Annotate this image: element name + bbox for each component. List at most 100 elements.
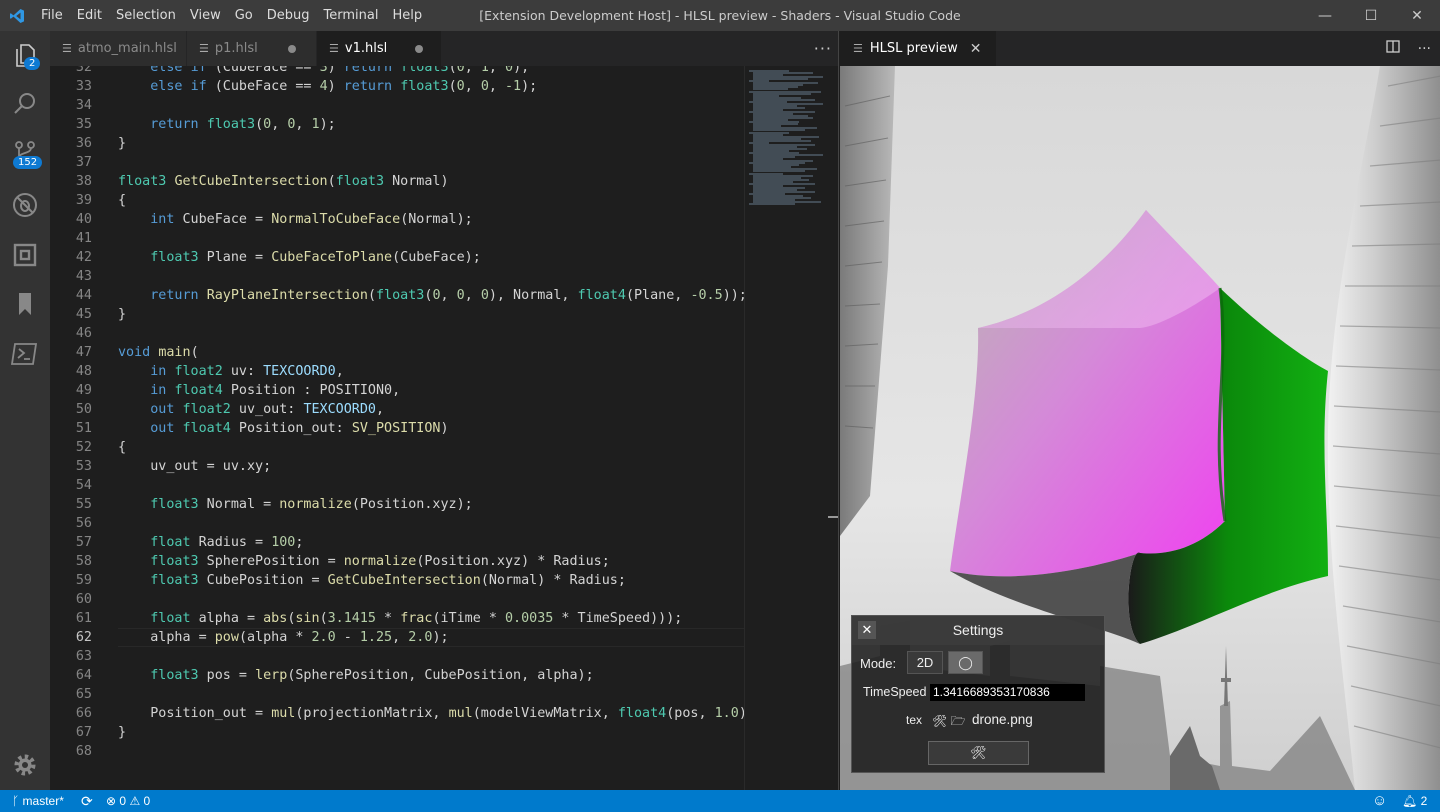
code-line[interactable]: 49 in float4 Position : POSITION0, (50, 381, 744, 400)
code-line[interactable]: 39 { (50, 191, 744, 210)
code-line[interactable]: 41 (50, 229, 744, 248)
code-line[interactable]: 57 float Radius = 100; (50, 533, 744, 552)
more-actions-button[interactable]: ··· (814, 31, 832, 66)
tab-atmo-main[interactable]: ☰ atmo_main.hlsl (50, 31, 187, 66)
tab-label: atmo_main.hlsl (77, 41, 177, 56)
line-source: float3 CubePosition = GetCubeIntersectio… (150, 573, 626, 588)
code-line[interactable]: 40 int CubeFace = NormalToCubeFace(Norma… (50, 210, 744, 229)
menu-debug[interactable]: Debug (260, 0, 317, 31)
code-line[interactable]: 33 else if (CubeFace == 4) return float3… (50, 77, 744, 96)
mode-2d-button[interactable]: 2D (907, 651, 943, 674)
code-line[interactable]: 38 float3 GetCubeIntersection(float3 Norm… (50, 172, 744, 191)
code-line[interactable]: 35 return float3(0, 0, 1); (50, 115, 744, 134)
tab-hlsl-preview[interactable]: ☰ HLSL preview ✕ (839, 31, 996, 66)
problems-status[interactable]: ⊗ 0 ⚠ 0 (106, 790, 150, 812)
editor-scrollbar[interactable] (828, 66, 838, 790)
code-line[interactable]: 66 Position_out = mul(projectionMatrix, … (50, 704, 744, 723)
branch-status[interactable]: ᚴ master* (12, 790, 64, 812)
more-actions-button[interactable]: ··· (1418, 41, 1431, 57)
line-source: uv_out = uv.xy; (118, 459, 272, 474)
code-line[interactable]: 54 (50, 476, 744, 495)
code-line[interactable]: 58 float3 SpherePosition = normalize(Pos… (50, 552, 744, 571)
line-source: { (118, 193, 127, 208)
code-line[interactable]: 47 void main( (50, 343, 744, 362)
code-line[interactable]: 59 float3 CubePosition = GetCubeIntersec… (50, 571, 744, 590)
line-source: return float3(0, 0, 1); (150, 117, 336, 132)
line-number: 58 (75, 554, 92, 569)
code-line[interactable]: 68 (50, 742, 744, 761)
code-line[interactable]: 36} (50, 134, 744, 153)
gear-icon[interactable] (0, 741, 50, 789)
code-line[interactable]: 60 (50, 590, 744, 609)
code-line[interactable]: 37 (50, 153, 744, 172)
code-line[interactable]: 52 { (50, 438, 744, 457)
line-number: 62 (75, 630, 92, 645)
line-number: 39 (75, 193, 92, 208)
extensions-icon[interactable] (0, 231, 50, 279)
debug-icon[interactable] (0, 181, 50, 229)
search-icon[interactable] (0, 80, 50, 128)
code-line[interactable]: 51 out float4 Position_out: SV_POSITION) (50, 419, 744, 438)
code-line[interactable]: 42 float3 Plane = CubeFaceToPlane(CubeFa… (50, 248, 744, 267)
line-number: 41 (75, 231, 92, 246)
minimize-button[interactable]: — (1302, 0, 1348, 31)
code-line[interactable]: 50 out float2 uv_out: TEXCOORD0, (50, 400, 744, 419)
code-editor[interactable]: 32 else if (CubeFace == 3) return float3… (50, 66, 744, 790)
line-number: 43 (75, 269, 92, 284)
code-line[interactable]: 53 uv_out = uv.xy; (50, 457, 744, 476)
line-number: 50 (75, 402, 92, 417)
window-controls: — ☐ ✕ (1302, 0, 1440, 31)
maximize-button[interactable]: ☐ (1348, 0, 1394, 31)
tex-tools-icon[interactable]: 🛠 🗁 (932, 712, 965, 733)
code-line[interactable]: 67} (50, 723, 744, 742)
close-settings-button[interactable]: ✕ (858, 621, 876, 639)
line-number: 64 (75, 668, 92, 683)
tab-p1[interactable]: ☰ p1.hlsl (187, 31, 317, 66)
code-line[interactable]: 48 in float2 uv: TEXCOORD0, (50, 362, 744, 381)
menu-file[interactable]: File (34, 0, 70, 31)
code-line[interactable]: 56 (50, 514, 744, 533)
terminal-icon[interactable] (0, 330, 50, 378)
menu-help[interactable]: Help (385, 0, 429, 31)
code-line[interactable]: 61 float alpha = abs(sin(3.1415 * frac(i… (50, 609, 744, 628)
line-source: else if (CubeFace == 3) return float3(0,… (150, 66, 530, 75)
line-number: 67 (75, 725, 92, 740)
bookmarks-icon[interactable] (0, 280, 50, 328)
menu-view[interactable]: View (183, 0, 228, 31)
split-editor-icon[interactable] (1385, 40, 1400, 57)
code-line[interactable]: 55 float3 Normal = normalize(Position.xy… (50, 495, 744, 514)
line-source: out float2 uv_out: TEXCOORD0, (150, 402, 385, 417)
minimap[interactable] (744, 66, 828, 790)
code-line[interactable]: 46 (50, 324, 744, 343)
menu-selection[interactable]: Selection (109, 0, 183, 31)
feedback-smiley-icon[interactable]: ☺ (1372, 790, 1387, 812)
tools-button[interactable]: 🛠 (928, 741, 1029, 765)
menu-go[interactable]: Go (228, 0, 260, 31)
mode-3d-button[interactable]: ◯ (948, 651, 983, 674)
close-window-button[interactable]: ✕ (1394, 0, 1440, 31)
unsaved-dot-icon[interactable] (287, 44, 296, 53)
notifications-status[interactable]: 🔔︎ 2 (1402, 790, 1427, 812)
code-line[interactable]: 44 return RayPlaneIntersection(float3(0,… (50, 286, 744, 305)
line-number: 51 (75, 421, 92, 436)
explorer-icon[interactable]: 2 (0, 31, 50, 79)
vscode-logo-icon (0, 0, 34, 31)
error-count: 0 (119, 794, 127, 808)
code-line[interactable]: 32 else if (CubeFace == 3) return float3… (50, 66, 744, 77)
unsaved-dot-icon[interactable] (415, 44, 424, 53)
close-tab-icon[interactable]: ✕ (970, 41, 982, 57)
timespeed-input[interactable]: 1.3416689353170836 (930, 684, 1085, 701)
code-line[interactable]: 64 float3 pos = lerp(SpherePosition, Cub… (50, 666, 744, 685)
code-line[interactable]: 63 (50, 647, 744, 666)
line-number: 38 (75, 174, 92, 189)
code-line[interactable]: 34 (50, 96, 744, 115)
menu-terminal[interactable]: Terminal (317, 0, 386, 31)
sync-icon[interactable]: ⟳ (81, 790, 93, 812)
menu-edit[interactable]: Edit (70, 0, 109, 31)
code-line[interactable]: 65 (50, 685, 744, 704)
code-line[interactable]: 43 (50, 267, 744, 286)
tab-v1[interactable]: ☰ v1.hlsl (317, 31, 442, 66)
code-line[interactable]: 62 alpha = pow(alpha * 2.0 - 1.25, 2.0); (50, 628, 744, 647)
code-line[interactable]: 45} (50, 305, 744, 324)
source-control-icon[interactable]: 152 (0, 129, 50, 177)
